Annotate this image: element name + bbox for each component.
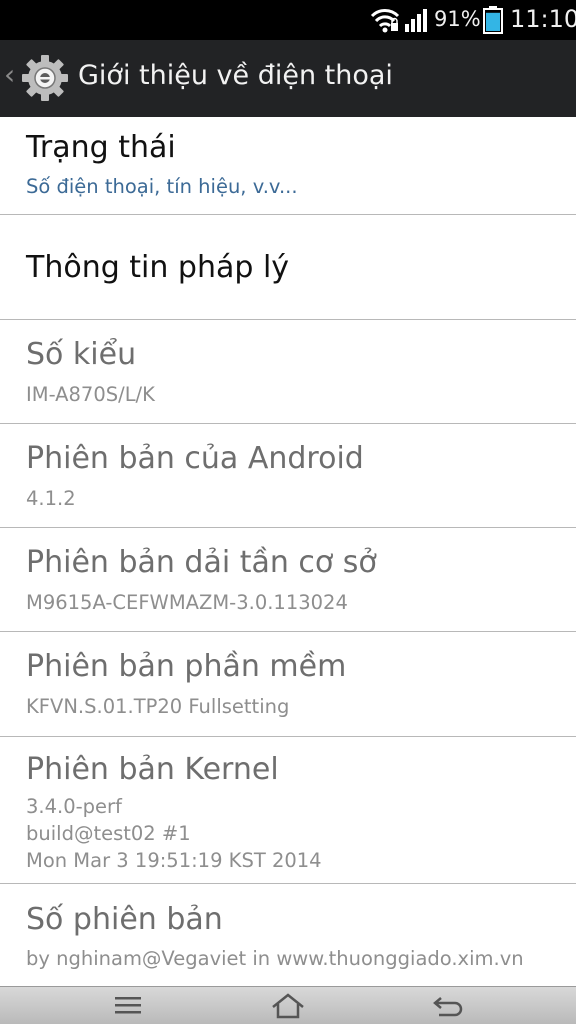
list-item-model-number: Số kiểu IM-A870S/L/K	[0, 320, 576, 424]
action-bar: ‹ Giới thiệu về điện thoại	[0, 40, 576, 117]
list-item-title: Trạng thái	[26, 130, 176, 165]
list-item-summary: KFVN.S.01.TP20 Fullsetting	[26, 695, 290, 718]
list-item-title: Phiên bản dải tần cơ sở	[26, 545, 377, 580]
menu-icon[interactable]	[113, 992, 143, 1024]
page-title: Giới thiệu về điện thoại	[78, 60, 393, 91]
list-item-title: Phiên bản của Android	[26, 441, 364, 476]
list-item-build-number[interactable]: Số phiên bản by nghinam@Vegaviet in www.…	[0, 884, 576, 988]
status-bar: 91% 11:10	[0, 0, 576, 40]
list-item-title: Số kiểu	[26, 337, 137, 372]
battery-percent: 91%	[434, 7, 481, 31]
list-item-summary: M9615A-CEFWMAZM-3.0.113024	[26, 591, 348, 614]
list-item-title: Phiên bản Kernel	[26, 752, 279, 787]
settings-gear-icon[interactable]	[20, 53, 70, 107]
back-icon[interactable]	[431, 992, 465, 1024]
list-item-summary: 3.4.0-perf build@test02 #1 Mon Mar 3 19:…	[26, 795, 322, 872]
list-item-legal-info[interactable]: Thông tin pháp lý	[0, 215, 576, 320]
navigation-bar	[0, 986, 576, 1024]
clock: 11:10	[510, 5, 576, 33]
home-icon[interactable]	[270, 992, 306, 1024]
settings-list: Trạng thái Số điện thoại, tín hiệu, v.v.…	[0, 117, 576, 988]
list-item-summary: by nghinam@Vegaviet in www.thuonggiado.x…	[26, 947, 524, 970]
list-item-title: Phiên bản phần mềm	[26, 649, 347, 684]
list-item-title: Số phiên bản	[26, 902, 223, 937]
signal-icon	[404, 8, 428, 36]
list-item-kernel-version: Phiên bản Kernel 3.4.0-perf build@test02…	[0, 737, 576, 884]
wifi-icon	[370, 7, 400, 37]
list-item-baseband-version: Phiên bản dải tần cơ sở M9615A-CEFWMAZM-…	[0, 528, 576, 632]
list-item-status[interactable]: Trạng thái Số điện thoại, tín hiệu, v.v.…	[0, 117, 576, 215]
list-item-summary: 4.1.2	[26, 487, 76, 510]
chevron-left-icon[interactable]: ‹	[4, 60, 15, 90]
screen: 91% 11:10 ‹ Giới thiệu về điện thoại Trạ…	[0, 0, 576, 1024]
list-item-software-version: Phiên bản phần mềm KFVN.S.01.TP20 Fullse…	[0, 632, 576, 737]
list-item-android-version[interactable]: Phiên bản của Android 4.1.2	[0, 424, 576, 528]
list-item-summary: IM-A870S/L/K	[26, 383, 155, 406]
list-item-summary: Số điện thoại, tín hiệu, v.v...	[26, 175, 298, 198]
list-item-title: Thông tin pháp lý	[26, 250, 290, 285]
battery-icon	[483, 6, 503, 38]
